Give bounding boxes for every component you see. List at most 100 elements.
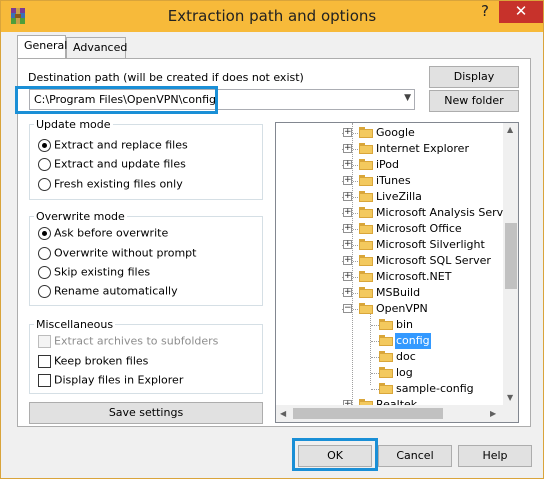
tree-node-label: Realtek <box>376 398 418 405</box>
folder-icon <box>359 303 373 314</box>
overwrite-option-rename[interactable]: Rename automatically <box>38 284 178 298</box>
horizontal-scroll-thumb[interactable] <box>293 408 443 419</box>
scroll-corner <box>503 405 518 422</box>
overwrite-option-without-prompt[interactable]: Overwrite without prompt <box>38 246 196 260</box>
tree-node-label: MSBuild <box>376 286 421 299</box>
expand-icon[interactable]: + <box>343 192 352 201</box>
radio-icon <box>38 138 51 152</box>
help-button[interactable]: Help <box>458 445 532 467</box>
expand-icon[interactable]: + <box>343 272 352 281</box>
chevron-down-icon[interactable]: ▼ <box>404 93 411 103</box>
tree-node-label: Microsoft Analysis Services <box>376 206 503 219</box>
radio-icon <box>38 157 51 171</box>
folder-icon <box>359 127 373 138</box>
update-option-update[interactable]: Extract and update files <box>38 157 186 171</box>
help-title-button[interactable]: ? <box>471 1 499 23</box>
collapse-icon[interactable]: − <box>343 304 352 313</box>
tree-node[interactable]: config <box>276 333 503 349</box>
tree-node[interactable]: + Internet Explorer <box>276 141 503 157</box>
vertical-scroll-thumb[interactable] <box>505 223 517 289</box>
folder-icon <box>359 271 373 282</box>
overwrite-mode-group: Overwrite mode Ask before overwrite Over… <box>29 210 263 306</box>
extraction-dialog: Extraction path and options ? ✕ General … <box>0 0 544 479</box>
highlight-box <box>15 86 218 114</box>
folder-icon <box>359 287 373 298</box>
folder-icon <box>359 191 373 202</box>
folder-icon <box>359 255 373 266</box>
tree-node[interactable]: + iPod <box>276 157 503 173</box>
update-option-fresh[interactable]: Fresh existing files only <box>38 177 183 191</box>
checkbox-icon <box>38 334 51 348</box>
tree-node[interactable]: + Google <box>276 125 503 141</box>
tree-node[interactable]: + Microsoft Office <box>276 221 503 237</box>
tab-general[interactable]: General <box>17 35 67 58</box>
folder-icon <box>359 159 373 170</box>
misc-option-explorer[interactable]: Display files in Explorer <box>38 373 183 387</box>
tree-node-label: OpenVPN <box>376 302 428 315</box>
tree-node-label: sample-config <box>396 382 474 395</box>
folder-icon <box>379 383 393 394</box>
tree-node-label: iTunes <box>376 174 411 187</box>
radio-icon <box>38 226 51 240</box>
scroll-up-icon[interactable]: ▲ <box>507 125 513 134</box>
new-folder-button[interactable]: New folder <box>429 90 519 112</box>
display-button[interactable]: Display <box>429 66 519 88</box>
tree-node[interactable]: + Microsoft.NET <box>276 269 503 285</box>
expand-icon[interactable]: + <box>343 256 352 265</box>
tree-node[interactable]: − OpenVPN <box>276 301 503 317</box>
expand-icon[interactable]: + <box>343 224 352 233</box>
tree-line <box>371 389 379 390</box>
tree-node[interactable]: sample-config <box>276 381 503 397</box>
close-button[interactable]: ✕ <box>499 1 543 23</box>
misc-group: Miscellaneous Extract archives to subfol… <box>29 318 263 394</box>
expand-icon[interactable]: + <box>343 144 352 153</box>
expand-icon[interactable]: + <box>343 160 352 169</box>
misc-option-keep-broken[interactable]: Keep broken files <box>38 354 148 368</box>
folder-tree-items: + Google + Internet Explorer + iPod + iTunes + Li… <box>276 123 503 405</box>
expand-icon[interactable]: + <box>343 208 352 217</box>
scroll-left-icon[interactable]: ◀ <box>280 409 286 418</box>
misc-title: Miscellaneous <box>34 318 116 331</box>
tree-node[interactable]: + Microsoft SQL Server <box>276 253 503 269</box>
expand-icon[interactable]: + <box>343 288 352 297</box>
folder-tree[interactable]: + Google + Internet Explorer + iPod + iTunes + Li… <box>275 122 519 423</box>
overwrite-option-skip[interactable]: Skip existing files <box>38 265 150 279</box>
tree-line <box>371 373 379 374</box>
radio-icon <box>38 284 51 298</box>
checkbox-icon <box>38 354 51 368</box>
tree-node[interactable]: log <box>276 365 503 381</box>
tree-node-label: Microsoft Silverlight <box>376 238 485 251</box>
tree-line <box>371 357 379 358</box>
tree-node[interactable]: + Realtek <box>276 397 503 405</box>
expand-icon[interactable]: + <box>343 128 352 137</box>
scroll-down-icon[interactable]: ▼ <box>507 393 513 402</box>
tree-node[interactable]: bin <box>276 317 503 333</box>
misc-option-subfolders[interactable]: Extract archives to subfolders <box>38 334 218 348</box>
tree-node[interactable]: + iTunes <box>276 173 503 189</box>
tree-node[interactable]: doc <box>276 349 503 365</box>
tree-node-label: Microsoft.NET <box>376 270 452 283</box>
title-bar[interactable]: Extraction path and options ? ✕ <box>1 1 543 32</box>
tree-node[interactable]: + MSBuild <box>276 285 503 301</box>
tree-node-label: iPod <box>376 158 400 171</box>
tree-node[interactable]: + Microsoft Analysis Services <box>276 205 503 221</box>
expand-icon[interactable]: + <box>343 176 352 185</box>
scroll-right-icon[interactable]: ▶ <box>490 409 496 418</box>
save-settings-button[interactable]: Save settings <box>29 402 263 424</box>
update-mode-group: Update mode Extract and replace files Ex… <box>29 118 263 200</box>
tree-node-label: Google <box>376 126 415 139</box>
folder-icon <box>379 351 393 362</box>
folder-icon <box>379 335 393 346</box>
update-mode-title: Update mode <box>34 118 113 131</box>
horizontal-scrollbar[interactable]: ◀ ▶ <box>276 405 503 422</box>
update-option-replace[interactable]: Extract and replace files <box>38 138 188 152</box>
tab-advanced[interactable]: Advanced <box>66 37 127 58</box>
expand-icon[interactable]: + <box>343 240 352 249</box>
vertical-scrollbar[interactable]: ▲ ▼ <box>503 123 518 405</box>
tree-node[interactable]: + LiveZilla <box>276 189 503 205</box>
highlight-box <box>292 438 378 471</box>
overwrite-option-ask[interactable]: Ask before overwrite <box>38 226 168 240</box>
tree-node[interactable]: + Microsoft Silverlight <box>276 237 503 253</box>
tree-node-label: doc <box>396 350 416 363</box>
cancel-button[interactable]: Cancel <box>378 445 452 467</box>
